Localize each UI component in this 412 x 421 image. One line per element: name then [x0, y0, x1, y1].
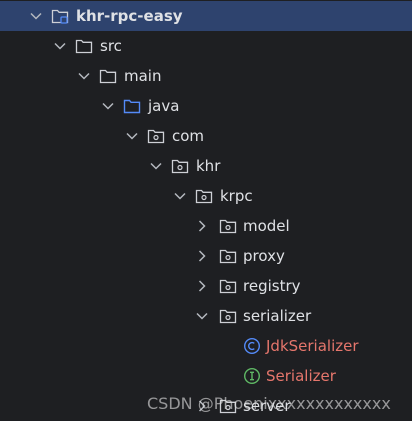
tree-item-khr-rpc-easy[interactable]: khr-rpc-easy	[0, 1, 412, 31]
folder-icon	[75, 39, 93, 54]
tree-item-label: java	[148, 97, 180, 115]
chevron-down-icon[interactable]	[29, 9, 43, 23]
chevron-down-icon[interactable]	[101, 99, 115, 113]
tree-item-model[interactable]: model	[0, 211, 412, 241]
tree-item-label: khr	[196, 157, 221, 175]
tree-item-serializer[interactable]: serializer	[0, 301, 412, 331]
tree-item-main[interactable]: main	[0, 61, 412, 91]
tree-item-label: model	[243, 217, 290, 235]
tree-item-label: proxy	[243, 247, 285, 265]
tree-item-com[interactable]: com	[0, 121, 412, 151]
chevron-right-icon[interactable]	[195, 279, 209, 293]
tree-item-label: Serializer	[266, 367, 336, 385]
tree-item-label: serializer	[243, 307, 312, 325]
tree-item-label: main	[124, 67, 162, 85]
module-folder-icon	[51, 9, 69, 24]
tree-item-label: khr-rpc-easy	[76, 7, 183, 25]
tree-item-label: registry	[243, 277, 301, 295]
chevron-right-icon[interactable]	[195, 219, 209, 233]
tree-item-jdkserializer[interactable]: JdkSerializer	[0, 331, 412, 361]
package-icon	[219, 279, 237, 294]
interface-icon	[243, 367, 261, 385]
chevron-down-icon[interactable]	[125, 129, 139, 143]
csdn-watermark: CSDN @Phoenixxxxxxxxxxxxx	[147, 394, 391, 413]
project-tree: khr-rpc-easy src main java com khr krpc …	[0, 0, 412, 421]
tree-item-proxy[interactable]: proxy	[0, 241, 412, 271]
package-icon	[219, 249, 237, 264]
package-icon	[171, 159, 189, 174]
chevron-right-icon[interactable]	[195, 249, 209, 263]
package-icon	[219, 309, 237, 324]
class-icon	[243, 337, 261, 355]
tree-item-serializer-interface[interactable]: Serializer	[0, 361, 412, 391]
tree-item-label: src	[100, 37, 122, 55]
chevron-down-icon[interactable]	[173, 189, 187, 203]
tree-item-java[interactable]: java	[0, 91, 412, 121]
folder-icon	[99, 69, 117, 84]
package-icon	[147, 129, 165, 144]
chevron-down-icon[interactable]	[53, 39, 67, 53]
package-icon	[195, 189, 213, 204]
tree-item-label: krpc	[220, 187, 253, 205]
tree-item-khr[interactable]: khr	[0, 151, 412, 181]
chevron-down-icon[interactable]	[149, 159, 163, 173]
package-icon	[219, 219, 237, 234]
tree-item-label: com	[172, 127, 205, 145]
chevron-down-icon[interactable]	[77, 69, 91, 83]
tree-item-krpc[interactable]: krpc	[0, 181, 412, 211]
tree-item-registry[interactable]: registry	[0, 271, 412, 301]
tree-item-label: JdkSerializer	[266, 337, 359, 355]
tree-item-src[interactable]: src	[0, 31, 412, 61]
source-root-folder-icon	[123, 99, 141, 114]
chevron-down-icon[interactable]	[195, 309, 209, 323]
